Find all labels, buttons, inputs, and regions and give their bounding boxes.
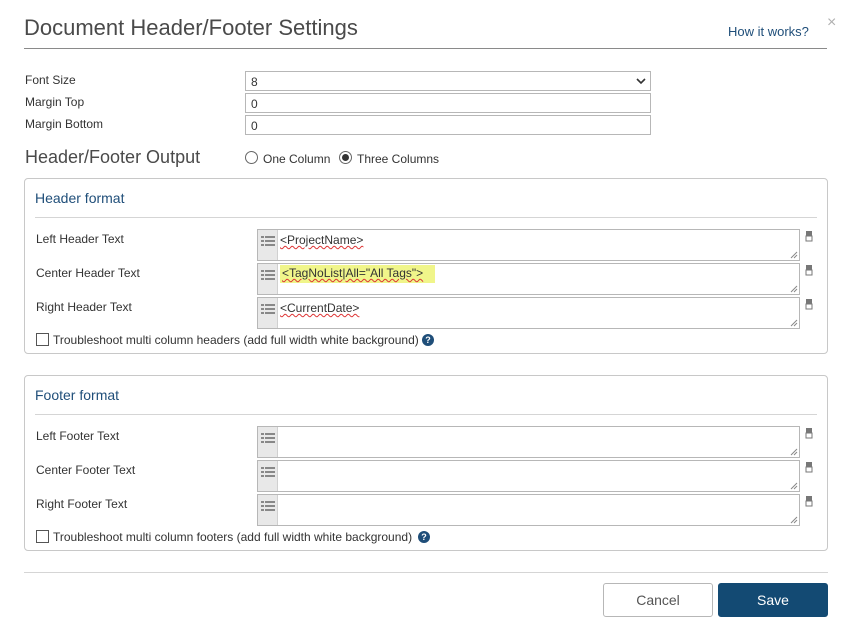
chevron-down-icon	[636, 78, 646, 85]
header-format-panel: Header format Left Header Text <ProjectN…	[24, 178, 828, 354]
eraser-icon[interactable]	[804, 299, 814, 311]
dialog-title: Document Header/Footer Settings	[24, 15, 358, 40]
center-header-label: Center Header Text	[36, 266, 140, 280]
left-header-label: Left Header Text	[36, 232, 124, 246]
left-header-textarea[interactable]: <ProjectName>	[257, 229, 800, 261]
margin-top-input[interactable]: 0	[245, 93, 651, 113]
center-header-textarea[interactable]: <TagNoList|All="All Tags">	[257, 263, 800, 295]
right-header-textarea[interactable]: <CurrentDate>	[257, 297, 800, 329]
eraser-icon[interactable]	[804, 231, 814, 243]
list-icon[interactable]	[258, 495, 278, 525]
resize-grip-icon[interactable]	[790, 251, 798, 259]
resize-grip-icon[interactable]	[790, 482, 798, 490]
font-size-select[interactable]: 8	[245, 71, 651, 91]
center-header-value: <TagNoList|All="All Tags">	[280, 265, 436, 283]
one-column-label: One Column	[263, 152, 331, 166]
header-format-title: Header format	[35, 190, 125, 206]
troubleshoot-footers-label: Troubleshoot multi column footers (add f…	[53, 530, 413, 544]
divider	[35, 414, 817, 415]
help-icon[interactable]: ?	[418, 531, 430, 543]
troubleshoot-footers-checkbox[interactable]	[36, 530, 49, 543]
center-footer-textarea[interactable]	[257, 460, 800, 492]
eraser-icon[interactable]	[804, 428, 814, 440]
three-columns-label: Three Columns	[357, 152, 440, 166]
one-column-radio[interactable]	[245, 151, 258, 164]
help-icon[interactable]: ?	[422, 334, 434, 346]
troubleshoot-headers-label: Troubleshoot multi column headers (add f…	[53, 333, 419, 347]
footer-divider	[24, 572, 828, 573]
eraser-icon[interactable]	[804, 265, 814, 277]
resize-grip-icon[interactable]	[790, 516, 798, 524]
right-footer-textarea[interactable]	[257, 494, 800, 526]
footer-format-panel: Footer format Left Footer Text Center Fo…	[24, 375, 828, 551]
list-icon[interactable]	[258, 461, 278, 491]
list-icon[interactable]	[258, 264, 278, 294]
divider	[35, 217, 817, 218]
resize-grip-icon[interactable]	[790, 448, 798, 456]
list-icon[interactable]	[258, 230, 278, 260]
font-size-value: 8	[251, 75, 258, 89]
save-button[interactable]: Save	[718, 583, 828, 617]
how-it-works-link[interactable]: How it works?	[728, 24, 809, 39]
left-header-value: <ProjectName>	[280, 233, 364, 247]
font-size-label: Font Size	[25, 73, 76, 87]
title-divider	[24, 48, 827, 49]
left-footer-label: Left Footer Text	[36, 429, 120, 443]
close-icon[interactable]: ×	[827, 14, 836, 32]
header-footer-output-label: Header/Footer Output	[25, 147, 201, 167]
right-header-value: <CurrentDate>	[280, 301, 360, 315]
right-header-label: Right Header Text	[36, 300, 132, 314]
eraser-icon[interactable]	[804, 462, 814, 474]
resize-grip-icon[interactable]	[790, 285, 798, 293]
margin-bottom-input[interactable]: 0	[245, 115, 651, 135]
center-footer-label: Center Footer Text	[36, 463, 136, 477]
footer-format-title: Footer format	[35, 387, 120, 403]
resize-grip-icon[interactable]	[790, 319, 798, 327]
left-footer-textarea[interactable]	[257, 426, 800, 458]
troubleshoot-headers-checkbox[interactable]	[36, 333, 49, 346]
list-icon[interactable]	[258, 298, 278, 328]
cancel-button[interactable]: Cancel	[603, 583, 713, 617]
three-columns-radio[interactable]	[339, 151, 352, 164]
right-footer-label: Right Footer Text	[36, 497, 128, 511]
eraser-icon[interactable]	[804, 496, 814, 508]
list-icon[interactable]	[258, 427, 278, 457]
margin-bottom-label: Margin Bottom	[25, 117, 104, 131]
margin-top-label: Margin Top	[25, 95, 85, 109]
